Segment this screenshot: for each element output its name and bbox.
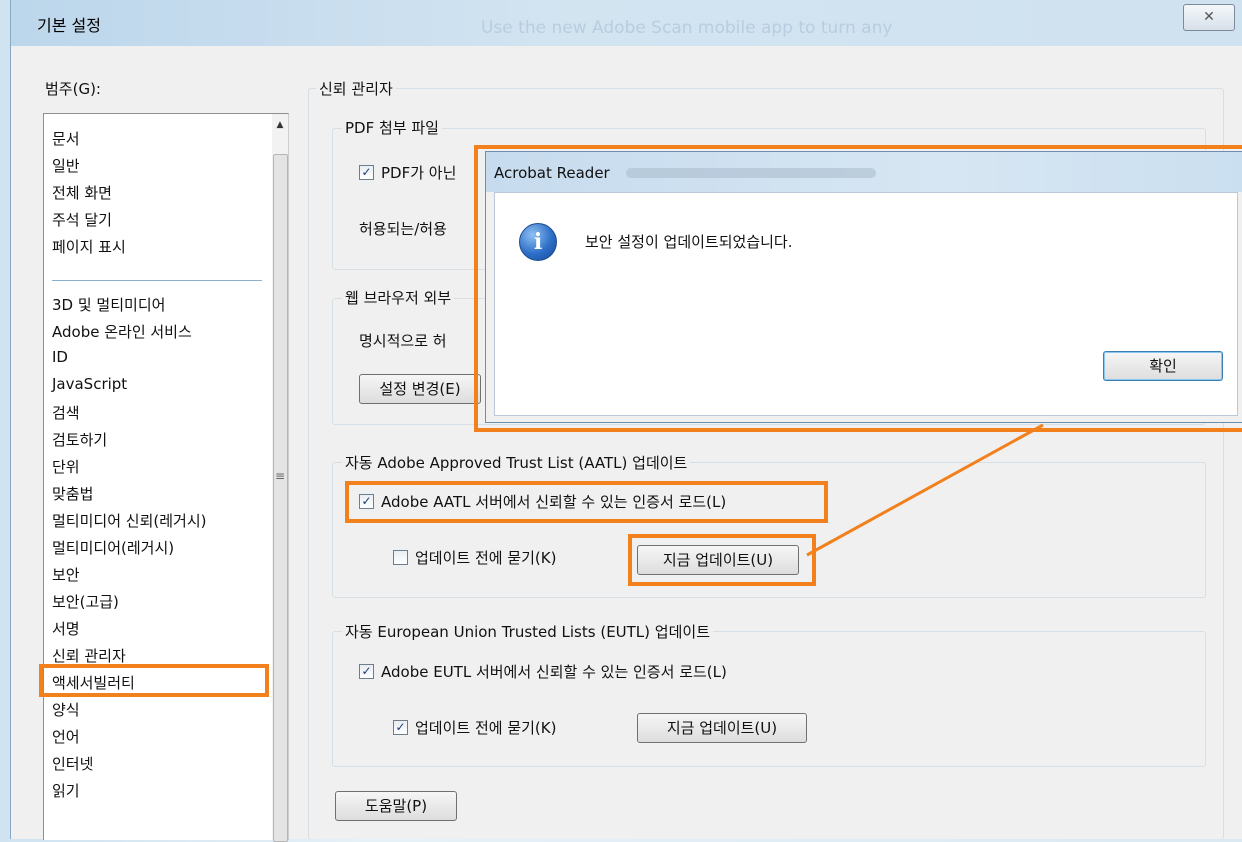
window-title: 기본 설정 bbox=[37, 16, 101, 35]
category-item[interactable]: 서명 bbox=[52, 618, 80, 639]
eutl-group bbox=[332, 631, 1206, 767]
category-item[interactable]: 멀티미디어 신뢰(레거시) bbox=[52, 510, 206, 531]
aatl-ask-checkbox[interactable] bbox=[393, 550, 408, 565]
eutl-ask-checkbox[interactable]: ✓ bbox=[393, 720, 408, 735]
category-item[interactable]: Adobe 온라인 서비스 bbox=[52, 321, 192, 342]
category-item[interactable]: 보안 bbox=[52, 564, 80, 585]
aatl-load-highlight bbox=[345, 481, 828, 523]
category-item[interactable]: 단위 bbox=[52, 456, 80, 477]
title-bar: 기본 설정 Use the new Adobe Scan mobile app … bbox=[11, 0, 1242, 46]
category-item[interactable]: 읽기 bbox=[52, 780, 80, 801]
category-label: 범주(G): bbox=[45, 80, 101, 98]
aatl-ask-label: 업데이트 전에 묻기(K) bbox=[415, 549, 557, 567]
category-item-trust-manager[interactable]: 신뢰 관리자 bbox=[52, 645, 126, 666]
pdf-nonpdf-label: PDF가 아닌 bbox=[381, 164, 457, 182]
preferences-window: 기본 설정 Use the new Adobe Scan mobile app … bbox=[10, 0, 1242, 842]
update-button-highlight bbox=[628, 534, 816, 586]
category-item[interactable]: 보안(고급) bbox=[52, 591, 119, 612]
close-icon: ✕ bbox=[1203, 9, 1215, 25]
category-item[interactable]: 인터넷 bbox=[52, 753, 93, 774]
category-item[interactable]: 일반 bbox=[52, 155, 80, 176]
category-scrollbar[interactable]: ▲ ≡ bbox=[272, 113, 289, 842]
category-item[interactable]: 주석 달기 bbox=[52, 209, 112, 230]
category-item[interactable]: 양식 bbox=[52, 699, 80, 720]
category-item[interactable]: 전체 화면 bbox=[52, 182, 112, 203]
pdf-nonpdf-checkbox[interactable]: ✓ bbox=[359, 165, 374, 180]
pdf-attachments-title: PDF 첨부 파일 bbox=[342, 117, 442, 138]
explicit-label: 명시적으로 허 bbox=[359, 332, 447, 350]
trust-manager-highlight bbox=[39, 664, 269, 697]
category-item[interactable]: 맞춤법 bbox=[52, 483, 93, 504]
scroll-up-arrow-icon[interactable]: ▲ bbox=[272, 120, 288, 130]
aatl-title: 자동 Adobe Approved Trust List (AATL) 업데이트 bbox=[342, 452, 691, 473]
eutl-update-now-button[interactable]: 지금 업데이트(U) bbox=[637, 713, 807, 743]
change-settings-button[interactable]: 설정 변경(E) bbox=[359, 374, 481, 404]
background-promo-text: Use the new Adobe Scan mobile app to tur… bbox=[481, 18, 893, 38]
category-list[interactable]: 문서 일반 전체 화면 주석 달기 페이지 표시 3D 및 멀티미디어 Adob… bbox=[43, 113, 274, 840]
category-separator bbox=[52, 280, 262, 281]
web-browser-title: 웹 브라우저 외부 bbox=[342, 287, 455, 308]
category-item[interactable]: 문서 bbox=[52, 128, 80, 149]
category-item[interactable]: JavaScript bbox=[52, 375, 127, 393]
eutl-load-label: Adobe EUTL 서버에서 신뢰할 수 있는 인증서 로드(L) bbox=[381, 663, 727, 681]
category-item[interactable]: ID bbox=[52, 348, 68, 366]
allowed-label: 허용되는/허용 bbox=[359, 220, 447, 238]
help-button[interactable]: 도움말(P) bbox=[335, 791, 457, 821]
category-item[interactable]: 3D 및 멀티미디어 bbox=[52, 294, 165, 315]
category-item[interactable]: 언어 bbox=[52, 726, 80, 747]
eutl-title: 자동 European Union Trusted Lists (EUTL) 업… bbox=[342, 621, 713, 642]
category-item[interactable]: 멀티미디어(레거시) bbox=[52, 537, 174, 558]
eutl-ask-label: 업데이트 전에 묻기(K) bbox=[415, 719, 557, 737]
section-title: 신뢰 관리자 bbox=[316, 78, 396, 99]
category-item[interactable]: 검토하기 bbox=[52, 429, 107, 450]
scroll-thumb[interactable] bbox=[273, 154, 288, 842]
scroll-grip-icon: ≡ bbox=[275, 469, 286, 483]
close-button[interactable]: ✕ bbox=[1183, 4, 1235, 31]
dialog-highlight bbox=[474, 145, 1242, 432]
eutl-load-checkbox[interactable]: ✓ bbox=[359, 664, 374, 679]
category-item[interactable]: 검색 bbox=[52, 402, 80, 423]
category-item[interactable]: 페이지 표시 bbox=[52, 236, 126, 257]
